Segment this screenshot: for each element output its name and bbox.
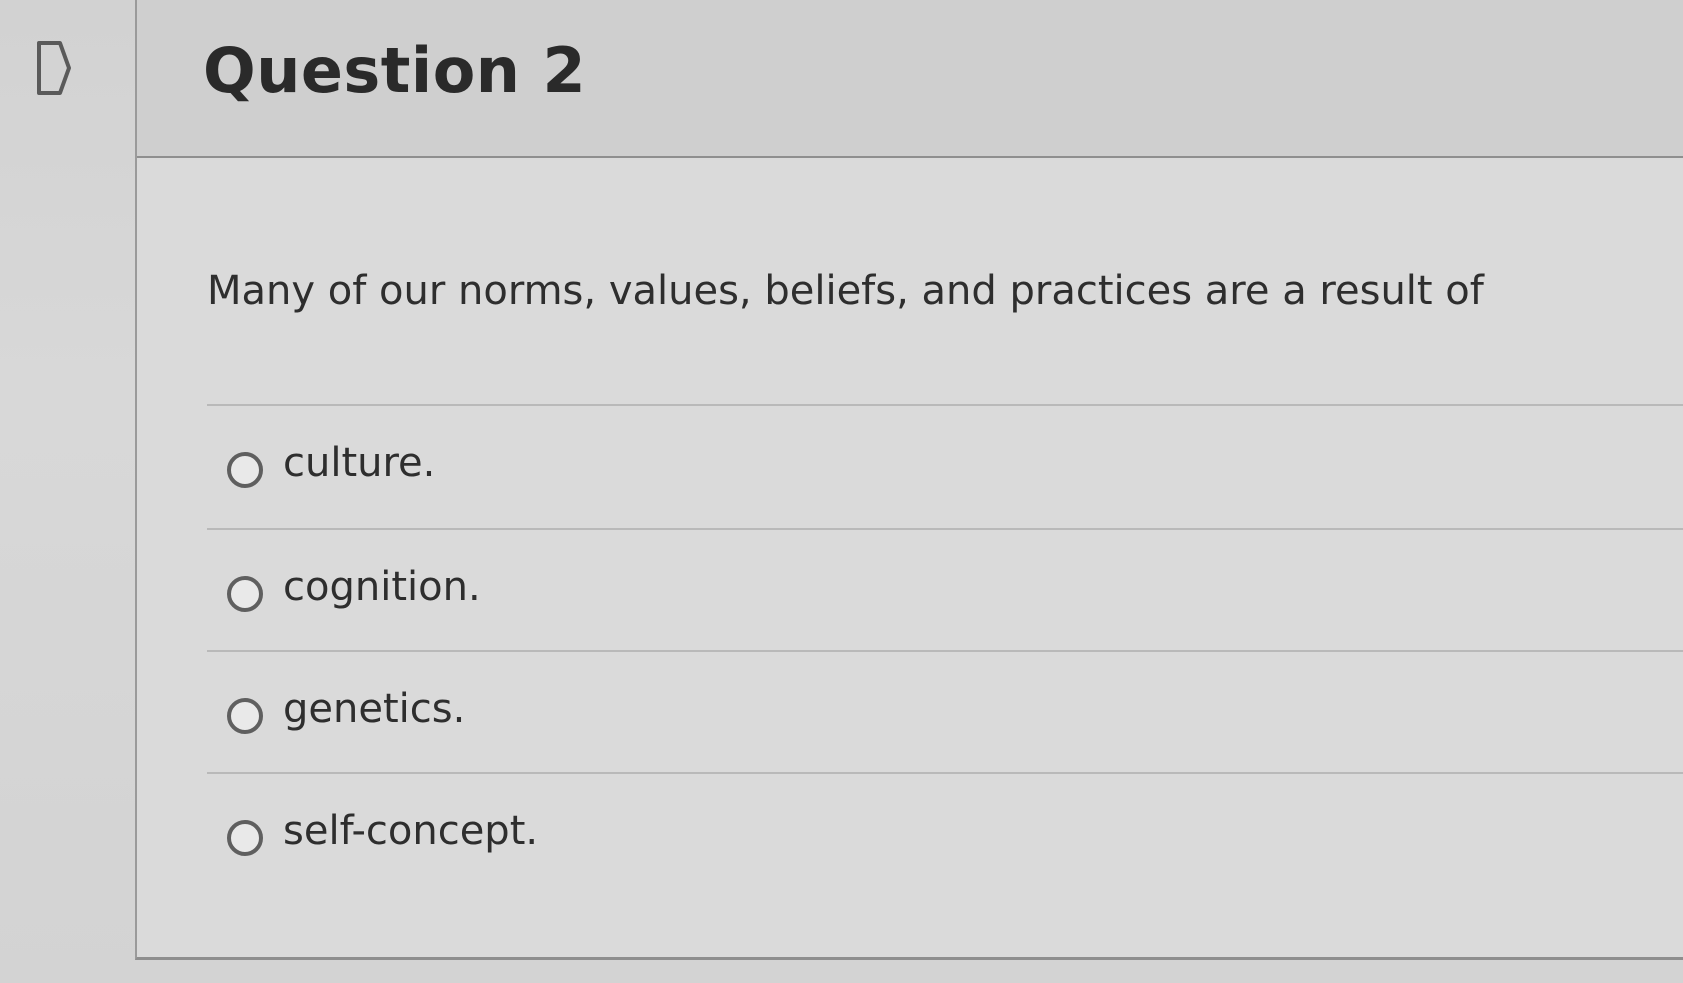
- answer-option-genetics[interactable]: genetics.: [207, 650, 1683, 772]
- question-card: Question 2 Many of our norms, values, be…: [135, 0, 1683, 960]
- radio-unselected-icon[interactable]: [227, 576, 263, 612]
- answer-option-culture[interactable]: culture.: [207, 404, 1683, 528]
- answer-option-self-concept[interactable]: self-concept.: [207, 772, 1683, 894]
- quiz-page: Question 2 Many of our norms, values, be…: [0, 0, 1683, 983]
- radio-unselected-icon[interactable]: [227, 698, 263, 734]
- question-header: Question 2: [137, 0, 1683, 158]
- answer-label[interactable]: self-concept.: [283, 808, 538, 854]
- radio-unselected-icon[interactable]: [227, 452, 263, 488]
- question-prompt: Many of our norms, values, beliefs, and …: [207, 268, 1484, 314]
- answer-list: culture. cognition. genetics. self-conce…: [207, 404, 1683, 894]
- answer-option-cognition[interactable]: cognition.: [207, 528, 1683, 650]
- answer-label[interactable]: cognition.: [283, 564, 481, 610]
- radio-unselected-icon[interactable]: [227, 820, 263, 856]
- answer-label[interactable]: genetics.: [283, 686, 465, 732]
- question-title: Question 2: [203, 34, 587, 107]
- answer-label[interactable]: culture.: [283, 440, 435, 486]
- flag-question-icon[interactable]: [36, 40, 72, 96]
